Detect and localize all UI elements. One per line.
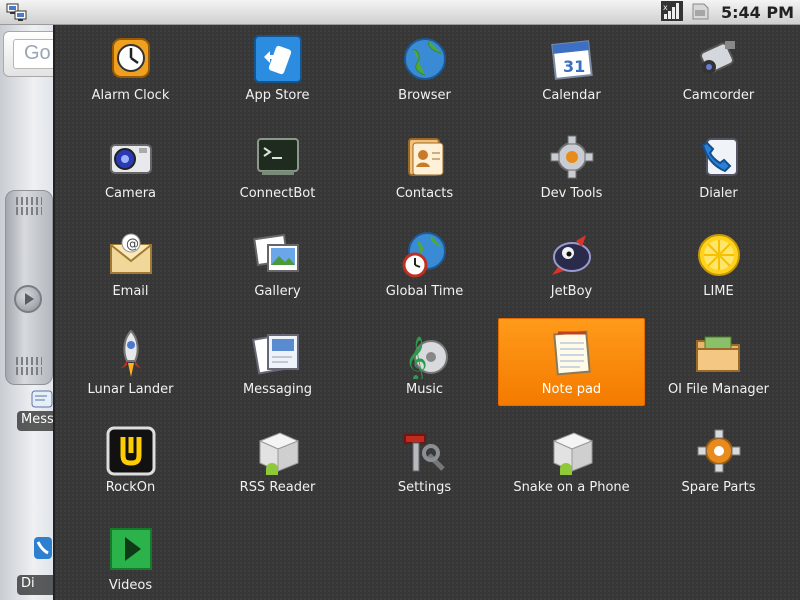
calendar-icon: 31 <box>546 33 598 85</box>
camcorder-icon <box>693 33 745 85</box>
app-label: Contacts <box>395 186 454 201</box>
app-label: OI File Manager <box>667 382 770 397</box>
globe-icon <box>399 33 451 85</box>
sd-card-icon <box>689 1 711 25</box>
app-label: Snake on a Phone <box>513 480 630 495</box>
spare-parts-icon <box>693 425 745 477</box>
app-contacts[interactable]: Contacts <box>351 128 498 216</box>
app-label: ConnectBot <box>239 186 316 201</box>
global-time-icon <box>399 229 451 281</box>
terminal-icon <box>252 131 304 183</box>
app-camcorder[interactable]: Camcorder <box>645 30 792 118</box>
network-activity-icon <box>6 3 28 22</box>
app-label: Settings <box>397 480 452 495</box>
app-calendar[interactable]: 31 Calendar <box>498 30 645 118</box>
app-camera[interactable]: Camera <box>57 128 204 216</box>
app-label: Messaging <box>242 382 313 397</box>
drawer-handle[interactable] <box>5 190 53 385</box>
rockon-icon <box>105 425 157 477</box>
app-lunar-lander[interactable]: Lunar Lander <box>57 324 204 412</box>
app-messaging[interactable]: Messaging <box>204 324 351 412</box>
app-label: RSS Reader <box>239 480 316 495</box>
email-icon: @ <box>105 229 157 281</box>
svg-text:@: @ <box>126 237 139 252</box>
app-label: Dev Tools <box>540 186 603 201</box>
play-icon <box>25 293 34 305</box>
app-alarm-clock[interactable]: Alarm Clock <box>57 30 204 118</box>
app-label: Email <box>112 284 149 299</box>
app-label: Gallery <box>254 284 301 299</box>
app-store-icon <box>252 33 304 85</box>
close-drawer-button[interactable] <box>14 285 42 313</box>
app-label: RockOn <box>105 480 156 495</box>
app-dev-tools[interactable]: Dev Tools <box>498 128 645 216</box>
status-bar: x 5:44 PM <box>0 0 800 25</box>
alarm-clock-icon <box>105 33 157 85</box>
app-connectbot[interactable]: ConnectBot <box>204 128 351 216</box>
app-label: Camera <box>104 186 157 201</box>
app-app-store[interactable]: App Store <box>204 30 351 118</box>
app-label: Alarm Clock <box>91 88 170 103</box>
app-rockon[interactable]: RockOn <box>57 422 204 510</box>
app-oi-file-manager[interactable]: OI File Manager <box>645 324 792 412</box>
svg-text:31: 31 <box>563 57 585 76</box>
app-label: Dialer <box>699 186 738 201</box>
app-music[interactable]: 𝄞 Music <box>351 324 498 412</box>
app-email[interactable]: @ Email <box>57 226 204 314</box>
app-settings[interactable]: Settings <box>351 422 498 510</box>
app-label: Note pad <box>541 382 602 397</box>
home-shortcut-label[interactable]: Mess <box>17 411 57 431</box>
camera-icon <box>105 131 157 183</box>
app-label: JetBoy <box>550 284 593 299</box>
app-rss-reader[interactable]: RSS Reader <box>204 422 351 510</box>
app-browser[interactable]: Browser <box>351 30 498 118</box>
home-shortcut-label[interactable]: Di <box>17 575 57 595</box>
svg-text:𝄞: 𝄞 <box>405 336 427 379</box>
app-global-time[interactable]: Global Time <box>351 226 498 314</box>
folder-icon <box>693 327 745 379</box>
rocket-icon <box>105 327 157 379</box>
app-videos[interactable]: Videos <box>57 520 204 600</box>
app-dialer[interactable]: Dialer <box>645 128 792 216</box>
grip-bottom-2 <box>16 367 42 375</box>
app-snake-on-a-phone[interactable]: Snake on a Phone <box>498 422 645 510</box>
gallery-icon <box>252 229 304 281</box>
app-drawer: Alarm Clock App Store Browser 31 Calenda… <box>53 25 800 600</box>
status-clock: 5:44 PM <box>720 3 794 22</box>
contacts-icon <box>399 131 451 183</box>
messaging-icon <box>251 327 304 379</box>
app-label: Camcorder <box>682 88 755 103</box>
grip-bottom <box>16 357 42 365</box>
app-jetboy[interactable]: JetBoy <box>498 226 645 314</box>
jetboy-icon <box>546 229 598 281</box>
app-gallery[interactable]: Gallery <box>204 226 351 314</box>
notepad-icon <box>546 327 598 379</box>
app-label: Music <box>406 382 443 397</box>
svg-text:x: x <box>663 3 668 12</box>
grip-top-2 <box>16 207 42 215</box>
lime-icon <box>693 229 745 281</box>
home-screen: Go Mess Di <box>0 25 63 600</box>
music-icon: 𝄞 <box>399 327 451 379</box>
signal-strength-icon: x <box>660 0 683 25</box>
android-box-icon <box>252 425 304 477</box>
play-icon <box>105 523 157 575</box>
phone-icon <box>693 131 745 183</box>
gear-icon <box>546 131 598 183</box>
app-lime[interactable]: LIME <box>645 226 792 314</box>
settings-icon <box>399 425 451 477</box>
android-box-icon <box>546 425 598 477</box>
app-note-pad[interactable]: Note pad <box>498 318 645 406</box>
app-label: Videos <box>108 578 153 593</box>
app-label: Calendar <box>542 88 601 103</box>
app-spare-parts[interactable]: Spare Parts <box>645 422 792 510</box>
app-label: Browser <box>398 88 451 103</box>
app-label: Global Time <box>385 284 464 299</box>
app-label: LIME <box>703 284 734 299</box>
grip-top <box>16 197 42 205</box>
app-label: App Store <box>245 88 310 103</box>
app-label: Spare Parts <box>681 480 756 495</box>
app-label: Lunar Lander <box>87 382 174 397</box>
